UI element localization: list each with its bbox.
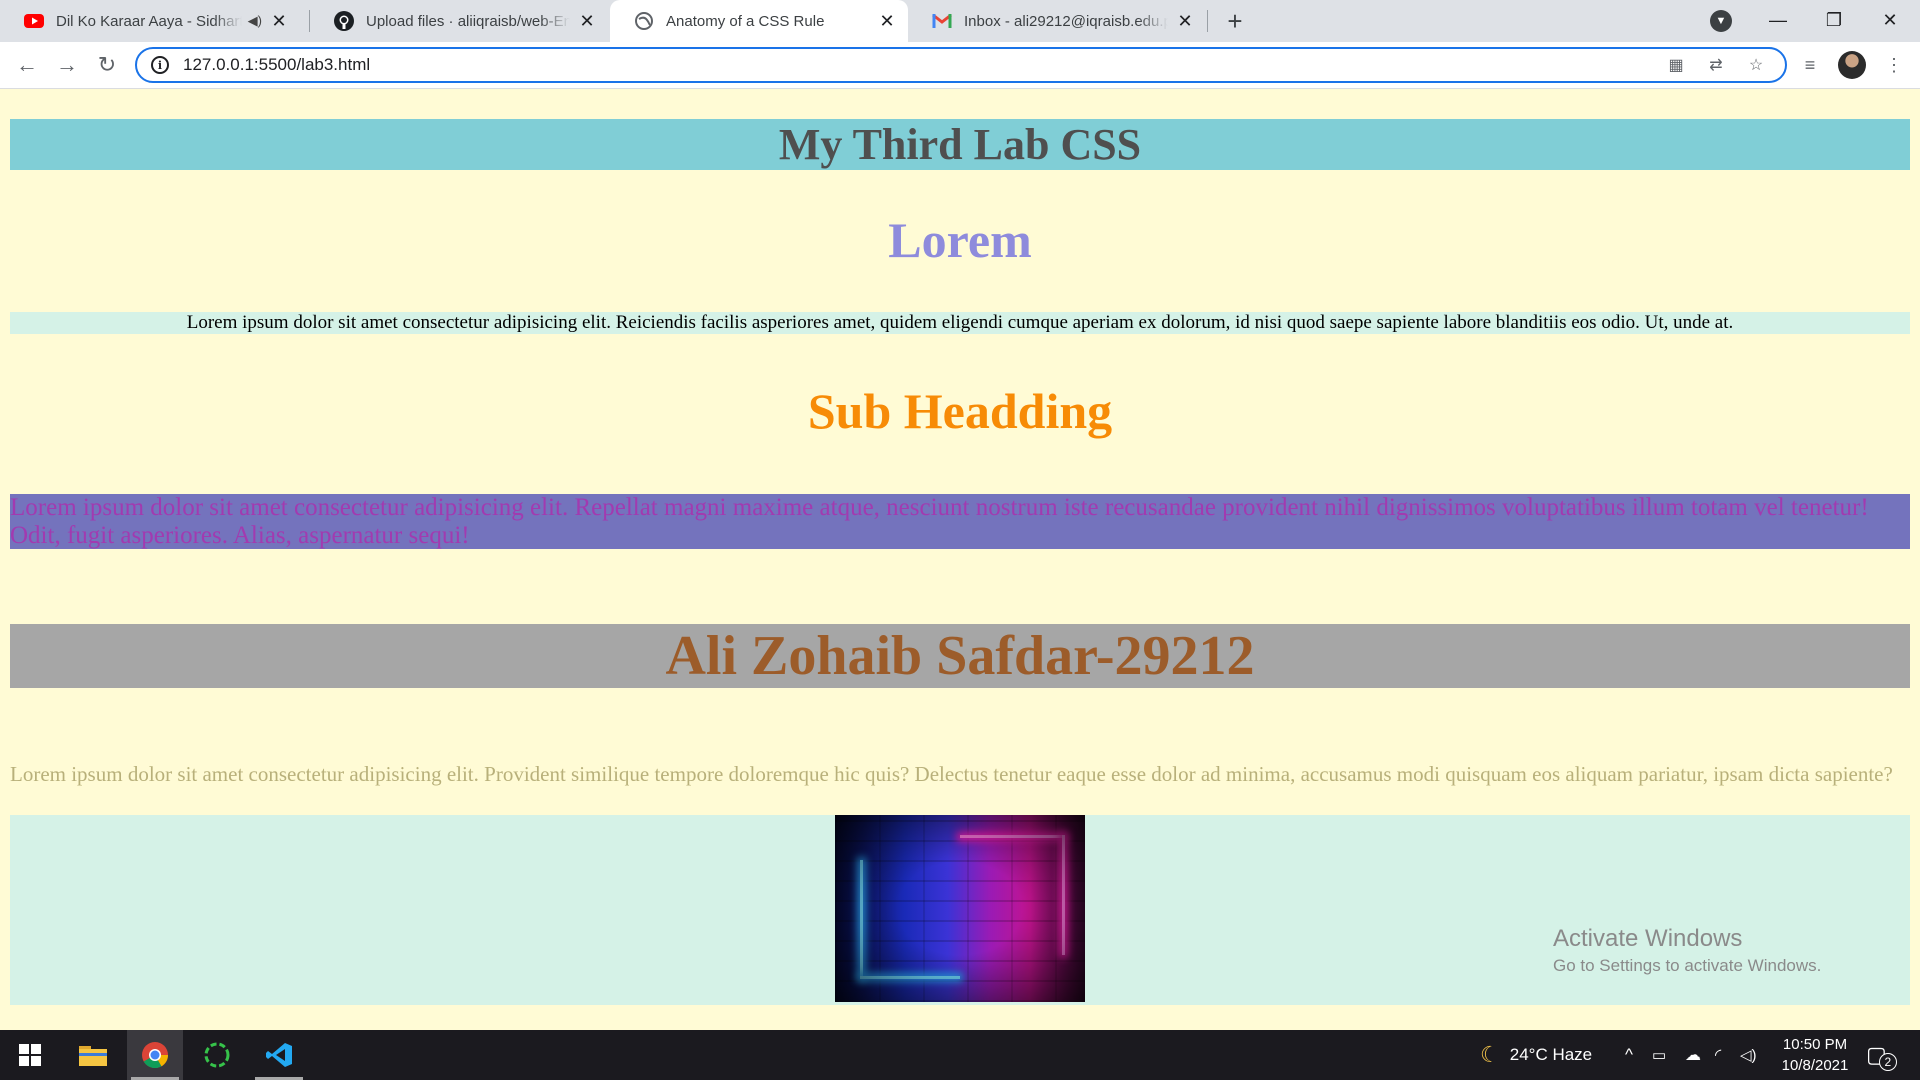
file-explorer-icon[interactable]	[65, 1030, 121, 1080]
browser-toolbar: ← → ↻ i 127.0.0.1:5500/lab3.html ▦ ⇄ ☆ ≡…	[0, 42, 1920, 89]
globe-icon	[634, 11, 654, 31]
tab-search-icon[interactable]: ▼	[1710, 10, 1732, 32]
reload-icon[interactable]: ↻	[92, 50, 122, 80]
vscode-icon[interactable]	[251, 1030, 307, 1080]
watermark-subtitle: Go to Settings to activate Windows.	[1553, 956, 1822, 975]
name-heading: Ali Zohaib Safdar-29212	[10, 624, 1910, 688]
chrome-taskbar-icon[interactable]	[127, 1030, 183, 1080]
close-tab-icon[interactable]: ✕	[576, 10, 598, 32]
bookmark-star-icon[interactable]: ☆	[1745, 54, 1767, 76]
show-hidden-icons[interactable]: ^	[1625, 1030, 1633, 1080]
clock-time: 10:50 PM	[1782, 1036, 1848, 1053]
address-bar[interactable]: i 127.0.0.1:5500/lab3.html ▦ ⇄ ☆	[135, 47, 1787, 83]
tab-separator	[1207, 10, 1208, 32]
paragraph-3: Lorem ipsum dolor sit amet consectetur a…	[10, 762, 1893, 786]
windows-start-icon[interactable]	[2, 1030, 58, 1080]
close-tab-icon[interactable]: ✕	[876, 10, 898, 32]
close-tab-icon[interactable]: ✕	[1174, 10, 1196, 32]
gmail-icon	[932, 11, 952, 31]
windows-taskbar: ☾ 24°C Haze ^ ▭ ☁ ◜ ◁) 10:50 PM 10/8/202…	[0, 1030, 1920, 1080]
reading-list-icon[interactable]: ≡	[1796, 51, 1824, 79]
youtube-icon	[24, 11, 44, 31]
url-text: 127.0.0.1:5500/lab3.html	[183, 55, 371, 74]
system-clock[interactable]: 10:50 PM 10/8/2021	[1760, 1034, 1870, 1076]
tab-title: Anatomy of a CSS Rule	[666, 12, 825, 30]
watermark-title: Activate Windows	[1553, 925, 1743, 952]
profile-avatar[interactable]	[1838, 51, 1866, 79]
page-content: My Third Lab CSS Lorem Lorem ipsum dolor…	[0, 89, 1920, 1029]
wifi-icon[interactable]: ◜	[1715, 1030, 1721, 1080]
tab-title: Upload files · aliiqraisb/web-Engi	[366, 12, 570, 30]
refresh-app-icon[interactable]	[189, 1030, 245, 1080]
tab-title: Inbox - ali29212@iqraisb.edu.pk	[964, 12, 1168, 30]
lorem-heading: Lorem	[888, 212, 1032, 268]
weather-widget[interactable]: ☾ 24°C Haze	[1480, 1030, 1592, 1080]
paragraph-2: Lorem ipsum dolor sit amet consectetur a…	[10, 494, 1910, 549]
qr-code-icon[interactable]: ▦	[1665, 54, 1687, 76]
moon-icon: ☾	[1480, 1042, 1500, 1067]
notification-center-icon[interactable]: ▢ 2	[1866, 1030, 1897, 1080]
new-tab-icon[interactable]: +	[1220, 6, 1250, 36]
menu-kebab-icon[interactable]: ⋮	[1880, 51, 1908, 79]
forward-icon[interactable]: →	[52, 50, 82, 80]
neon-frame-image	[835, 815, 1085, 1002]
weather-text: 24°C Haze	[1509, 1045, 1593, 1064]
sub-heading: Sub Headding	[807, 383, 1113, 439]
tab-anatomy-css[interactable]: Anatomy of a CSS Rule ✕	[610, 0, 908, 42]
cloud-icon[interactable]: ☁	[1685, 1030, 1701, 1080]
tab-gmail[interactable]: Inbox - ali29212@iqraisb.edu.pk ✕	[908, 0, 1206, 42]
clock-date: 10/8/2021	[1781, 1057, 1849, 1074]
tab-strip: Dil Ko Karaar Aaya - Sidharth ◀) ✕ Uploa…	[0, 0, 1920, 42]
translate-icon[interactable]: ⇄	[1705, 54, 1727, 76]
close-tab-icon[interactable]: ✕	[268, 10, 290, 32]
back-icon[interactable]: ←	[12, 50, 42, 80]
tab-youtube[interactable]: Dil Ko Karaar Aaya - Sidharth ◀) ✕	[0, 0, 300, 42]
github-icon	[334, 11, 354, 31]
page-title: My Third Lab CSS	[10, 119, 1910, 170]
restore-icon[interactable]: ❐	[1806, 0, 1862, 40]
tab-title: Dil Ko Karaar Aaya - Sidharth	[56, 12, 242, 30]
battery-icon[interactable]: ▭	[1652, 1030, 1666, 1080]
paragraph-1: Lorem ipsum dolor sit amet consectetur a…	[10, 312, 1910, 334]
notification-count: 2	[1878, 1053, 1897, 1071]
minimize-icon[interactable]: —	[1750, 0, 1806, 40]
activate-windows-watermark: Activate Windows Go to Settings to activ…	[1553, 924, 1821, 978]
site-info-icon[interactable]: i	[151, 56, 169, 74]
speaker-icon[interactable]: ◀)	[248, 13, 262, 29]
volume-icon[interactable]: ◁)	[1740, 1030, 1757, 1080]
close-window-icon[interactable]: ✕	[1862, 0, 1918, 40]
tab-github[interactable]: Upload files · aliiqraisb/web-Engi ✕	[310, 0, 608, 42]
